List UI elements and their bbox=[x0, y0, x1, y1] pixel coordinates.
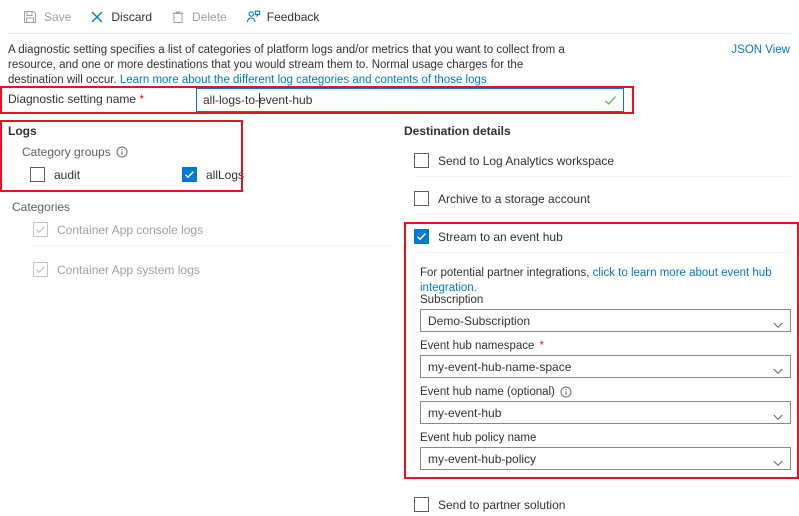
diagnostic-setting-name-field[interactable] bbox=[196, 88, 624, 112]
categories-divider bbox=[30, 245, 393, 246]
diagnostic-setting-name-label-text: Diagnostic setting name bbox=[8, 92, 137, 106]
delete-label: Delete bbox=[192, 10, 227, 24]
category-groups-label: Category groups bbox=[22, 145, 128, 159]
checkbox-audit[interactable]: audit bbox=[30, 167, 80, 182]
discard-icon bbox=[89, 9, 105, 25]
diagnostic-setting-name-row: Diagnostic setting name * bbox=[0, 86, 634, 114]
text-caret bbox=[259, 93, 260, 108]
event-hub-divider bbox=[414, 252, 791, 253]
discard-label: Discard bbox=[111, 10, 153, 24]
required-asterisk: * bbox=[139, 92, 145, 106]
checkbox-audit-label: audit bbox=[54, 167, 81, 182]
event-hub-name-dropdown[interactable]: my-event-hub bbox=[420, 401, 791, 424]
green-check-icon bbox=[604, 94, 617, 107]
delete-button[interactable]: Delete bbox=[166, 2, 237, 32]
event-hub-policy-name-label: Event hub policy name bbox=[420, 432, 791, 444]
field-event-hub-name: Event hub name (optional) my-event-hub bbox=[420, 386, 791, 424]
save-icon bbox=[22, 9, 38, 25]
chevron-down-icon bbox=[773, 456, 783, 467]
subscription-label-text: Subscription bbox=[420, 294, 484, 306]
partner-integration-note-text: For potential partner integrations, bbox=[420, 267, 593, 279]
checkbox-container-app-system-logs-label: Container App system logs bbox=[57, 262, 200, 277]
field-event-hub-namespace: Event hub namespace * my-event-hub-name-… bbox=[420, 340, 791, 378]
partner-integration-note: For potential partner integrations, clic… bbox=[420, 266, 798, 296]
destination-divider bbox=[414, 214, 791, 215]
discard-button[interactable]: Discard bbox=[85, 2, 162, 32]
event-hub-policy-name-label-text: Event hub policy name bbox=[420, 432, 537, 444]
required-asterisk: * bbox=[539, 340, 544, 352]
feedback-icon bbox=[245, 9, 261, 25]
logs-section-title: Logs bbox=[8, 124, 37, 138]
event-hub-policy-name-dropdown[interactable]: my-event-hub-policy bbox=[420, 447, 791, 470]
event-hub-policy-name-value: my-event-hub-policy bbox=[428, 451, 537, 466]
feedback-button[interactable]: Feedback bbox=[241, 2, 330, 32]
subscription-dropdown[interactable]: Demo-Subscription bbox=[420, 309, 791, 332]
checkbox-container-app-console-logs: Container App console logs bbox=[33, 222, 203, 237]
checkbox-box bbox=[33, 222, 48, 237]
event-hub-namespace-dropdown[interactable]: my-event-hub-name-space bbox=[420, 355, 791, 378]
checkbox-box[interactable] bbox=[182, 167, 197, 182]
checkbox-box[interactable] bbox=[414, 229, 429, 244]
learn-more-link[interactable]: Learn more about the different log categ… bbox=[120, 74, 487, 86]
field-subscription: Subscription Demo-Subscription bbox=[420, 294, 791, 332]
event-hub-namespace-label-text: Event hub namespace bbox=[420, 340, 535, 352]
command-bar-divider bbox=[8, 33, 791, 34]
field-event-hub-policy-name: Event hub policy name my-event-hub-polic… bbox=[420, 432, 791, 470]
checkbox-send-to-partner-solution-label: Send to partner solution bbox=[438, 497, 566, 512]
diagnostic-settings-page: Save Discard Delete Feedback A diagnosti… bbox=[0, 0, 799, 516]
checkbox-box[interactable] bbox=[414, 191, 429, 206]
json-view-link[interactable]: JSON View bbox=[731, 44, 790, 56]
checkbox-box bbox=[33, 262, 48, 277]
event-hub-name-value: my-event-hub bbox=[428, 405, 502, 420]
chevron-down-icon bbox=[773, 410, 783, 421]
intro-description: A diagnostic setting specifies a list of… bbox=[8, 43, 568, 88]
save-label: Save bbox=[44, 10, 72, 24]
checkbox-container-app-console-logs-label: Container App console logs bbox=[57, 222, 204, 237]
info-icon[interactable] bbox=[116, 146, 128, 158]
info-icon[interactable] bbox=[560, 386, 572, 398]
chevron-down-icon bbox=[773, 318, 783, 329]
checkbox-box[interactable] bbox=[30, 167, 45, 182]
checkbox-alllogs-label: allLogs bbox=[206, 167, 245, 182]
diagnostic-setting-name-input[interactable] bbox=[197, 89, 587, 111]
checkbox-alllogs[interactable]: allLogs bbox=[182, 167, 244, 182]
partner-divider bbox=[414, 486, 791, 487]
save-button[interactable]: Save bbox=[18, 2, 81, 32]
checkbox-send-to-log-analytics-label: Send to Log Analytics workspace bbox=[438, 153, 615, 168]
delete-icon bbox=[170, 9, 186, 25]
checkbox-container-app-system-logs: Container App system logs bbox=[33, 262, 200, 277]
event-hub-name-label: Event hub name (optional) bbox=[420, 386, 791, 398]
destination-details-title: Destination details bbox=[404, 124, 511, 138]
checkbox-send-to-partner-solution[interactable]: Send to partner solution bbox=[414, 497, 565, 512]
chevron-down-icon bbox=[773, 364, 783, 375]
checkbox-archive-to-storage-label: Archive to a storage account bbox=[438, 191, 591, 206]
checkbox-send-to-log-analytics[interactable]: Send to Log Analytics workspace bbox=[414, 153, 614, 168]
checkbox-archive-to-storage[interactable]: Archive to a storage account bbox=[414, 191, 590, 206]
subscription-value: Demo-Subscription bbox=[428, 313, 531, 328]
diagnostic-setting-name-label: Diagnostic setting name * bbox=[8, 92, 144, 106]
checkbox-stream-to-event-hub[interactable]: Stream to an event hub bbox=[414, 229, 563, 244]
category-groups-label-text: Category groups bbox=[22, 145, 111, 159]
checkbox-box[interactable] bbox=[414, 497, 429, 512]
checkbox-stream-to-event-hub-label: Stream to an event hub bbox=[438, 229, 563, 244]
subscription-label: Subscription bbox=[420, 294, 791, 306]
event-hub-name-label-text: Event hub name (optional) bbox=[420, 386, 555, 398]
event-hub-namespace-value: my-event-hub-name-space bbox=[428, 359, 572, 374]
checkbox-box[interactable] bbox=[414, 153, 429, 168]
event-hub-namespace-label: Event hub namespace * bbox=[420, 340, 791, 352]
feedback-label: Feedback bbox=[266, 10, 320, 24]
command-bar: Save Discard Delete Feedback bbox=[0, 0, 799, 34]
categories-label: Categories bbox=[12, 200, 71, 214]
destination-divider bbox=[414, 176, 791, 177]
